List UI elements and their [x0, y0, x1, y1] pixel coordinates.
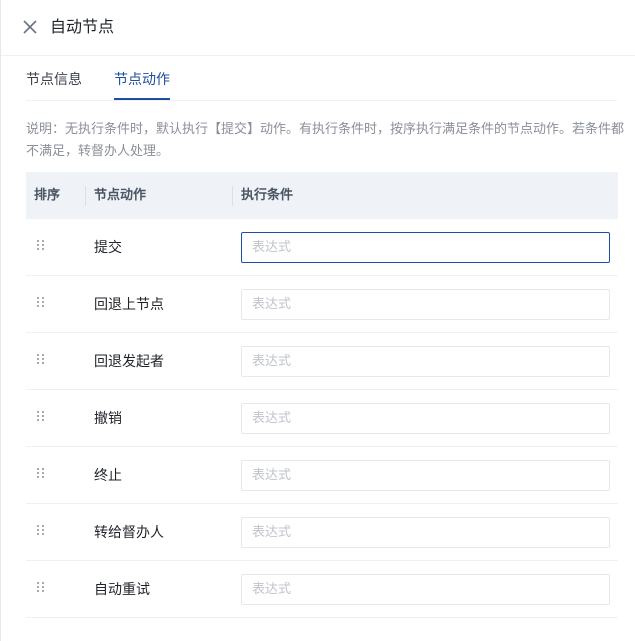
- condition-expression-input[interactable]: [241, 232, 610, 263]
- table-header: 排序 节点动作 执行条件: [26, 172, 618, 219]
- close-icon[interactable]: [21, 18, 39, 36]
- action-label: 回退发起者: [94, 354, 164, 370]
- table-row: 自动重试: [26, 561, 618, 618]
- column-header-action: 节点动作: [94, 188, 147, 203]
- action-label: 转给督办人: [94, 525, 164, 541]
- action-label: 撤销: [94, 411, 122, 427]
- column-divider: [232, 186, 233, 206]
- drag-handle-icon[interactable]: [37, 354, 45, 366]
- column-header-order: 排序: [34, 188, 61, 203]
- description-note: 说明：无执行条件时，默认执行【提交】动作。有执行条件时，按序执行满足条件的节点动…: [26, 122, 625, 159]
- drag-handle-icon[interactable]: [37, 468, 45, 480]
- column-divider: [85, 186, 86, 206]
- condition-expression-input[interactable]: [241, 460, 610, 491]
- drag-handle-icon[interactable]: [37, 240, 45, 252]
- action-label: 提交: [94, 240, 122, 256]
- action-label: 自动重试: [94, 582, 150, 598]
- drag-handle-icon[interactable]: [37, 411, 45, 423]
- condition-expression-input[interactable]: [241, 346, 610, 377]
- drag-handle-icon[interactable]: [37, 582, 45, 594]
- condition-expression-input[interactable]: [241, 574, 610, 605]
- condition-expression-input[interactable]: [241, 403, 610, 434]
- action-label: 回退上节点: [94, 297, 164, 313]
- drag-handle-icon[interactable]: [37, 525, 45, 537]
- tab-bar: 节点信息 节点动作: [1, 56, 635, 102]
- table-row: 终止: [26, 447, 618, 504]
- table-row: 回退发起者: [26, 333, 618, 390]
- tab-node-actions[interactable]: 节点动作: [114, 70, 170, 90]
- table-row: 转给督办人: [26, 504, 618, 561]
- panel-title: 自动节点: [50, 17, 115, 36]
- table-row: 提交: [26, 219, 618, 276]
- drag-handle-icon[interactable]: [37, 297, 45, 309]
- tab-divider: [26, 100, 617, 101]
- table-row: 回退上节点: [26, 276, 618, 333]
- column-header-condition: 执行条件: [241, 188, 294, 203]
- condition-expression-input[interactable]: [241, 289, 610, 320]
- actions-table: 排序 节点动作 执行条件 提交 回退上节点: [26, 172, 618, 618]
- action-label: 终止: [94, 468, 122, 484]
- condition-expression-input[interactable]: [241, 517, 610, 548]
- auto-node-panel: 自动节点 节点信息 节点动作 说明：无执行条件时，默认执行【提交】动作。有执行条…: [0, 0, 635, 641]
- panel-header: 自动节点: [1, 0, 635, 56]
- table-row: 撤销: [26, 390, 618, 447]
- tab-node-info[interactable]: 节点信息: [26, 70, 82, 90]
